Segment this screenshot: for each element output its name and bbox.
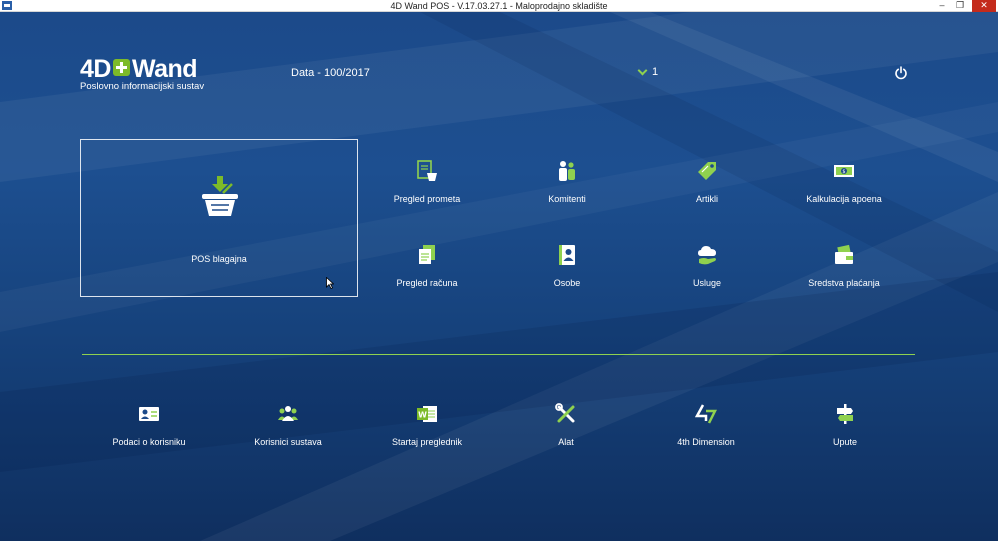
document-basket-icon <box>417 160 437 181</box>
tile-pregled-racuna[interactable]: Pregled računa <box>357 236 497 306</box>
tile-label: Komitenti <box>548 194 586 204</box>
restore-button[interactable]: ❐ <box>952 0 968 12</box>
basket-download-icon <box>202 176 238 216</box>
tile-label: Pregled računa <box>396 278 458 288</box>
price-tag-icon <box>698 162 716 180</box>
tile-startaj-preglednik[interactable]: W Startaj preglednik <box>357 395 497 465</box>
tile-osobe[interactable]: Osobe <box>497 236 637 306</box>
mouse-cursor-icon <box>326 277 334 289</box>
tile-4th-dimension[interactable]: 4th Dimension <box>636 395 776 465</box>
tools-icon <box>555 403 575 423</box>
database-label: Data - 100/2017 <box>291 67 370 79</box>
tile-label: Kalkulacija apoena <box>806 194 882 204</box>
tile-artikli[interactable]: Artikli <box>637 152 777 222</box>
close-button[interactable]: ✕ <box>972 0 996 12</box>
tile-label: Osobe <box>553 278 581 288</box>
tile-pos-blagajna[interactable]: POS blagajna <box>80 139 358 297</box>
logo-cross-icon <box>112 59 130 76</box>
tile-upute[interactable]: Upute <box>775 395 915 465</box>
svg-text:$: $ <box>842 169 845 175</box>
chevron-down-icon <box>637 65 648 75</box>
user-value: 1 <box>652 66 659 78</box>
tile-komitenti[interactable]: Komitenti <box>497 152 637 222</box>
minimize-button[interactable]: – <box>934 0 950 12</box>
tile-label: Pregled prometa <box>393 194 461 204</box>
id-card-icon <box>139 407 159 421</box>
cloud-hand-icon <box>698 246 716 265</box>
tile-label: Startaj preglednik <box>391 437 463 447</box>
people-icon <box>559 161 575 181</box>
documents-icon <box>419 245 435 264</box>
tile-korisnici-sustava[interactable]: Korisnici sustava <box>218 395 358 465</box>
banknote-icon: $ <box>834 165 854 177</box>
tile-label: Alat <box>558 437 574 447</box>
tile-label: Artikli <box>696 194 718 204</box>
user-dropdown[interactable]: 1 <box>637 65 659 78</box>
logo-subtitle: Poslovno informacijski sustav <box>80 81 205 92</box>
signpost-icon <box>837 404 853 424</box>
wallet-icon <box>835 244 853 264</box>
contact-book-icon <box>559 245 575 265</box>
tile-label: Podaci o korisniku <box>112 437 186 447</box>
tile-kalkulacija-apoena[interactable]: $ Kalkulacija apoena <box>774 152 914 222</box>
logo-brand-right: Wand <box>131 55 198 83</box>
users-group-icon <box>278 406 298 421</box>
window-titlebar: 4D Wand POS - V.17.03.27.1 - Maloprodajn… <box>0 0 998 12</box>
power-icon[interactable] <box>894 66 908 80</box>
tile-podaci-o-korisniku[interactable]: Podaci o korisniku <box>79 395 219 465</box>
tile-label: Korisnici sustava <box>254 437 322 447</box>
tile-usluge[interactable]: Usluge <box>637 236 777 306</box>
4d-logo-icon <box>695 404 717 424</box>
brand-logo: 4D Wand Poslovno informacijski sustav <box>80 56 204 92</box>
main-stage: 4D Wand Poslovno informacijski sustav Dat… <box>0 12 998 541</box>
word-viewer-icon: W <box>417 406 437 422</box>
tile-label: 4th Dimension <box>677 437 735 447</box>
window-title: 4D Wand POS - V.17.03.27.1 - Maloprodajn… <box>390 1 608 11</box>
tile-alat[interactable]: Alat <box>496 395 636 465</box>
tile-label: POS blagajna <box>191 254 247 264</box>
tile-label: Sredstva plaćanja <box>808 278 880 288</box>
section-divider <box>82 354 915 355</box>
tile-label: Usluge <box>692 278 721 288</box>
tile-sredstva-placanja[interactable]: Sredstva plaćanja <box>774 236 914 306</box>
svg-text:W: W <box>418 411 427 420</box>
tile-label: Upute <box>832 437 858 447</box>
logo-brand-left: 4D <box>80 55 111 83</box>
tile-pregled-prometa[interactable]: Pregled prometa <box>357 152 497 222</box>
